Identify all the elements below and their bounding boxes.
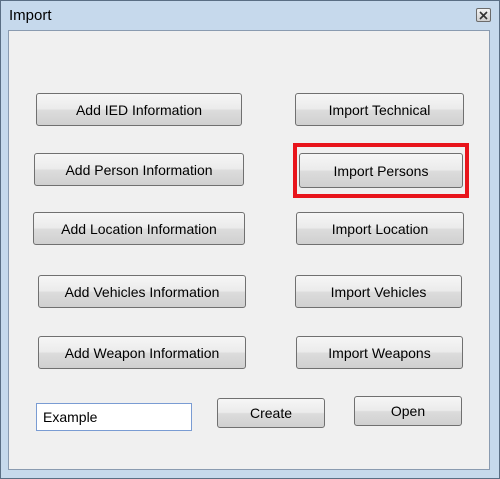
- name-input[interactable]: [36, 403, 192, 431]
- create-button[interactable]: Create: [217, 398, 325, 428]
- close-button[interactable]: [476, 8, 491, 22]
- open-button[interactable]: Open: [354, 396, 462, 426]
- import-location-button[interactable]: Import Location: [296, 212, 464, 245]
- window-title: Import: [9, 7, 52, 24]
- title-bar[interactable]: Import: [1, 1, 499, 31]
- add-vehicles-information-button[interactable]: Add Vehicles Information: [38, 275, 246, 308]
- add-ied-information-button[interactable]: Add IED Information: [36, 93, 242, 126]
- import-vehicles-button[interactable]: Import Vehicles: [295, 275, 462, 308]
- add-location-information-button[interactable]: Add Location Information: [33, 212, 245, 245]
- import-weapons-button[interactable]: Import Weapons: [296, 336, 463, 369]
- add-weapon-information-button[interactable]: Add Weapon Information: [38, 336, 246, 369]
- import-technical-button[interactable]: Import Technical: [295, 93, 464, 126]
- import-persons-button[interactable]: Import Persons: [299, 153, 463, 188]
- add-person-information-button[interactable]: Add Person Information: [34, 153, 244, 186]
- close-icon: [479, 10, 488, 20]
